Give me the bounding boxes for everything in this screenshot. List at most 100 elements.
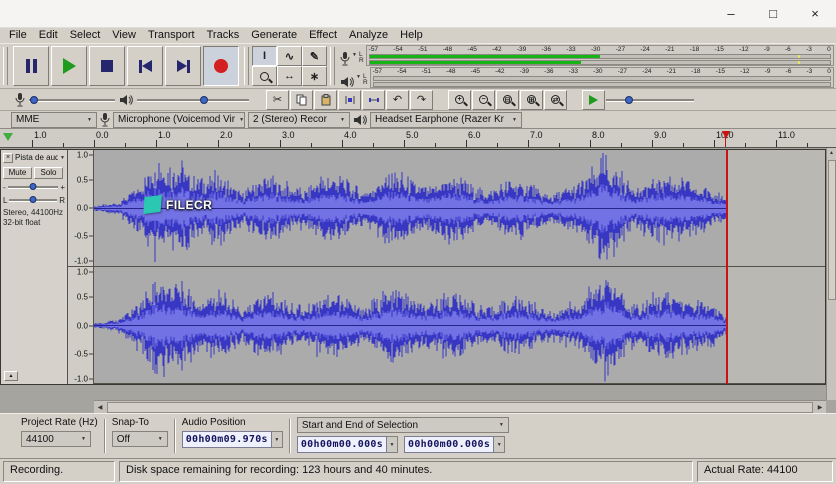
maximize-button[interactable]: □ [752,0,794,27]
track-menu-caret-icon[interactable]: ▼ [60,155,65,161]
close-button[interactable]: × [794,0,836,27]
audio-position-field[interactable]: 00h00m09.970s [182,431,272,448]
menu-file[interactable]: File [3,28,33,43]
copy-button[interactable] [290,90,313,110]
zoom-out-button[interactable]: − [472,90,495,110]
menu-analyze[interactable]: Analyze [343,28,394,43]
stop-button[interactable] [89,46,125,86]
chevron-down-icon: ▼ [499,422,504,428]
project-rate-select[interactable]: 44100▼ [21,431,91,447]
toolbar-grip[interactable] [3,47,8,85]
timeline-ruler[interactable]: 1.00.01.02.03.04.05.06.07.08.09.010.011.… [0,129,836,148]
play-at-speed-button[interactable] [582,90,605,110]
scroll-right-icon[interactable]: ▶ [814,404,826,411]
waveform-channel-left[interactable]: FILECR [94,150,825,267]
pause-button[interactable] [13,46,49,86]
playback-volume-slider[interactable] [137,94,249,106]
minimize-button[interactable]: – [710,0,752,27]
menu-edit[interactable]: Edit [33,28,64,43]
menu-help[interactable]: Help [394,28,429,43]
cut-button[interactable]: ✂ [266,90,289,110]
playback-device-select[interactable]: Headset Earphone (Razer Kr▼ [370,112,522,128]
gain-slider[interactable] [8,182,59,192]
meter-scale-label: -21 [665,46,674,53]
zoom-toggle-button[interactable]: ⇄ [544,90,567,110]
mute-button[interactable]: Mute [3,167,32,179]
waveform-display[interactable]: FILECR [94,150,825,384]
recording-device-select[interactable]: Microphone (Voicemod Vir▼ [113,112,245,128]
slider-thumb[interactable] [200,96,208,104]
recording-meter[interactable]: ▼ LR -57-54-51-48-45-42-39-36-33-30-27-2… [340,45,834,66]
play-speed-slider[interactable] [606,94,694,106]
fit-project-button[interactable]: ⊞ [520,90,543,110]
fit-selection-button[interactable]: ⊟ [496,90,519,110]
paste-button[interactable] [314,90,337,110]
recording-channels-select[interactable]: 2 (Stereo) Recor▼ [248,112,350,128]
menu-view[interactable]: View [106,28,142,43]
slider-thumb[interactable] [30,183,37,190]
meter-menu-caret-icon[interactable]: ▼ [356,74,361,80]
ruler-tick-label: 11.0 [778,130,795,140]
time-format-caret-icon[interactable]: ▼ [272,431,283,448]
horizontal-scrollbar[interactable]: ◀ ▶ [94,400,826,413]
snap-to-select[interactable]: Off▼ [112,431,168,447]
skip-to-end-button[interactable] [165,46,201,86]
selection-start-field[interactable]: 00h00m00.000s [297,436,387,453]
waveform-channel-right[interactable] [94,267,825,384]
menu-transport[interactable]: Transport [142,28,201,43]
horizontal-scroll-thumb[interactable] [107,402,813,413]
audio-host-select[interactable]: MME▼ [11,112,97,128]
project-rate-group: Project Rate (Hz) 44100▼ [21,417,98,447]
ruler-tick-label: 0.0 [96,130,109,140]
playback-meter[interactable]: ▼ LR -57-54-51-48-45-42-39-36-33-30-27-2… [340,67,834,88]
multi-tool-button[interactable]: ∗ [302,66,327,86]
scroll-up-icon[interactable]: ▲ [829,148,834,158]
audio-position-label: Audio Position [182,417,283,428]
vertical-scroll-thumb[interactable] [828,160,836,300]
toolbar-grip[interactable] [330,47,335,85]
slider-thumb[interactable] [30,196,37,203]
track-collapse-button[interactable]: ▲ [4,371,18,381]
meter-menu-caret-icon[interactable]: ▼ [352,52,357,58]
menu-tracks[interactable]: Tracks [201,28,246,43]
scroll-left-icon[interactable]: ◀ [94,404,106,411]
solo-button[interactable]: Solo [34,167,63,179]
meter-scale-label: -6 [786,68,792,75]
undo-button[interactable]: ↶ [386,90,409,110]
time-format-caret-icon[interactable]: ▼ [494,436,505,453]
waveform-right [94,267,825,384]
slider-thumb[interactable] [30,96,38,104]
record-button[interactable] [203,46,239,86]
pan-slider[interactable] [9,195,57,205]
selection-end-field[interactable]: 00h00m00.000s [404,436,494,453]
ruler-tick [528,140,529,147]
track-name[interactable]: Pista de audi [15,153,58,162]
redo-button[interactable]: ↷ [410,90,433,110]
play-button[interactable] [51,46,87,86]
draw-tool-icon: ✎ [310,50,319,63]
zoom-in-button[interactable]: + [448,90,471,110]
vertical-rulers: 1.00.50.0-0.5-1.0 1.00.50.0-0.5-1.0 [68,150,94,384]
trim-audio-button[interactable] [338,90,361,110]
slider-thumb[interactable] [625,96,633,104]
ruler-tick [404,140,405,147]
track-close-button[interactable]: × [3,153,13,163]
skip-to-start-button[interactable] [127,46,163,86]
menu-generate[interactable]: Generate [245,28,303,43]
time-format-caret-icon[interactable]: ▼ [387,436,398,453]
chevron-down-icon: ▼ [512,117,517,123]
menu-effect[interactable]: Effect [303,28,343,43]
envelope-tool-button[interactable]: ∿ [277,46,302,66]
zoom-toggle-icon: ⇄ [551,95,560,104]
ruler-tick [32,140,33,147]
selection-tool-button[interactable]: I [252,46,277,66]
vertical-scrollbar[interactable]: ▲ [826,148,836,400]
recording-volume-slider[interactable] [29,94,115,106]
zoom-tool-button[interactable] [252,66,277,86]
timeshift-tool-button[interactable]: ↔ [277,66,302,86]
draw-tool-button[interactable]: ✎ [302,46,327,66]
toolbar-grip[interactable] [244,47,249,85]
selection-range-mode-select[interactable]: Start and End of Selection▼ [297,417,509,433]
silence-audio-button[interactable] [362,90,385,110]
menu-select[interactable]: Select [64,28,107,43]
